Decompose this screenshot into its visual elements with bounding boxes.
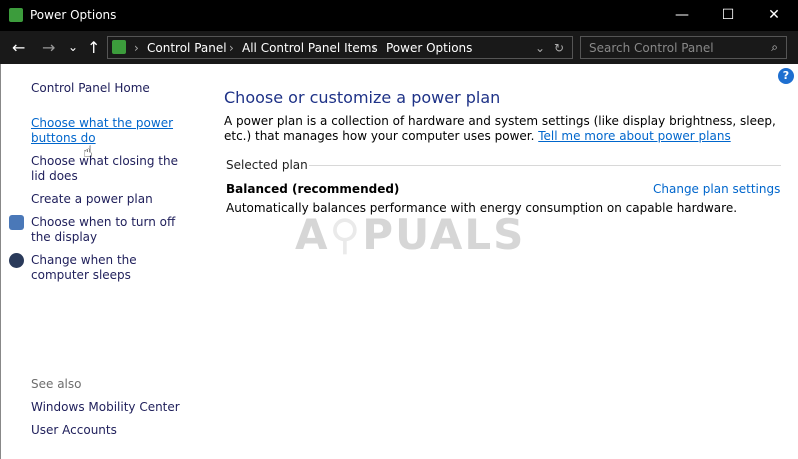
user-accounts-link[interactable]: User Accounts xyxy=(31,423,196,438)
breadcrumb-separator: › xyxy=(229,41,234,55)
learn-more-link[interactable]: Tell me more about power plans xyxy=(538,129,730,143)
navigation-bar: ← → ⌄ ↑ › Control Panel › All Control Pa… xyxy=(0,31,798,64)
forward-button[interactable]: → xyxy=(42,38,55,57)
search-input[interactable]: Search Control Panel ⌕ xyxy=(580,36,787,59)
main-content: Choose or customize a power plan A power… xyxy=(205,64,798,459)
search-placeholder: Search Control Panel xyxy=(589,41,714,55)
lid-closing-link[interactable]: Choose what closing the lid does xyxy=(31,154,196,184)
minimize-button[interactable]: — xyxy=(659,0,705,31)
computer-sleep-link[interactable]: Change when the computer sleeps xyxy=(31,253,196,283)
breadcrumb-separator: › xyxy=(134,41,139,55)
sleep-moon-icon xyxy=(9,253,24,268)
breadcrumb-separator: › xyxy=(372,41,377,55)
title-bar: Power Options — ☐ ✕ xyxy=(0,0,798,31)
power-options-icon xyxy=(9,8,23,22)
plan-name: Balanced (recommended) xyxy=(226,182,400,196)
mobility-center-link[interactable]: Windows Mobility Center xyxy=(31,400,196,415)
maximize-button[interactable]: ☐ xyxy=(705,0,751,31)
change-plan-settings-link[interactable]: Change plan settings xyxy=(653,182,780,196)
help-button[interactable]: ? xyxy=(778,68,794,84)
back-button[interactable]: ← xyxy=(12,38,25,57)
breadcrumb-control-panel[interactable]: Control Panel xyxy=(147,41,227,55)
mouse-cursor-icon: ☝ xyxy=(83,142,93,161)
description: A power plan is a collection of hardware… xyxy=(224,114,784,144)
breadcrumb-power-options[interactable]: Power Options xyxy=(386,41,472,55)
window-title: Power Options xyxy=(30,8,117,22)
watermark-logo: A⚲PUALS xyxy=(295,210,526,259)
dropdown-icon[interactable]: ⌄ xyxy=(535,41,545,55)
up-button[interactable]: ↑ xyxy=(87,38,100,57)
search-icon[interactable]: ⌕ xyxy=(771,40,778,55)
address-bar[interactable]: › Control Panel › All Control Panel Item… xyxy=(107,36,573,59)
refresh-button[interactable]: ↻ xyxy=(554,41,564,55)
control-panel-home-link[interactable]: Control Panel Home xyxy=(31,81,196,96)
turn-off-display-link[interactable]: Choose when to turn off the display xyxy=(31,215,196,245)
recent-locations-button[interactable]: ⌄ xyxy=(68,40,78,54)
selected-plan-label: Selected plan xyxy=(226,158,308,172)
sidebar: Control Panel Home Choose what the power… xyxy=(0,64,205,459)
breadcrumb-all-items[interactable]: All Control Panel Items xyxy=(242,41,378,55)
power-buttons-link[interactable]: Choose what the power buttons do xyxy=(31,116,196,146)
divider xyxy=(309,165,781,166)
power-options-icon xyxy=(112,40,126,54)
close-button[interactable]: ✕ xyxy=(751,0,797,31)
see-also-label: See also xyxy=(31,377,82,391)
create-plan-link[interactable]: Create a power plan xyxy=(31,192,196,207)
display-clock-icon xyxy=(9,215,24,230)
page-title: Choose or customize a power plan xyxy=(224,88,501,107)
